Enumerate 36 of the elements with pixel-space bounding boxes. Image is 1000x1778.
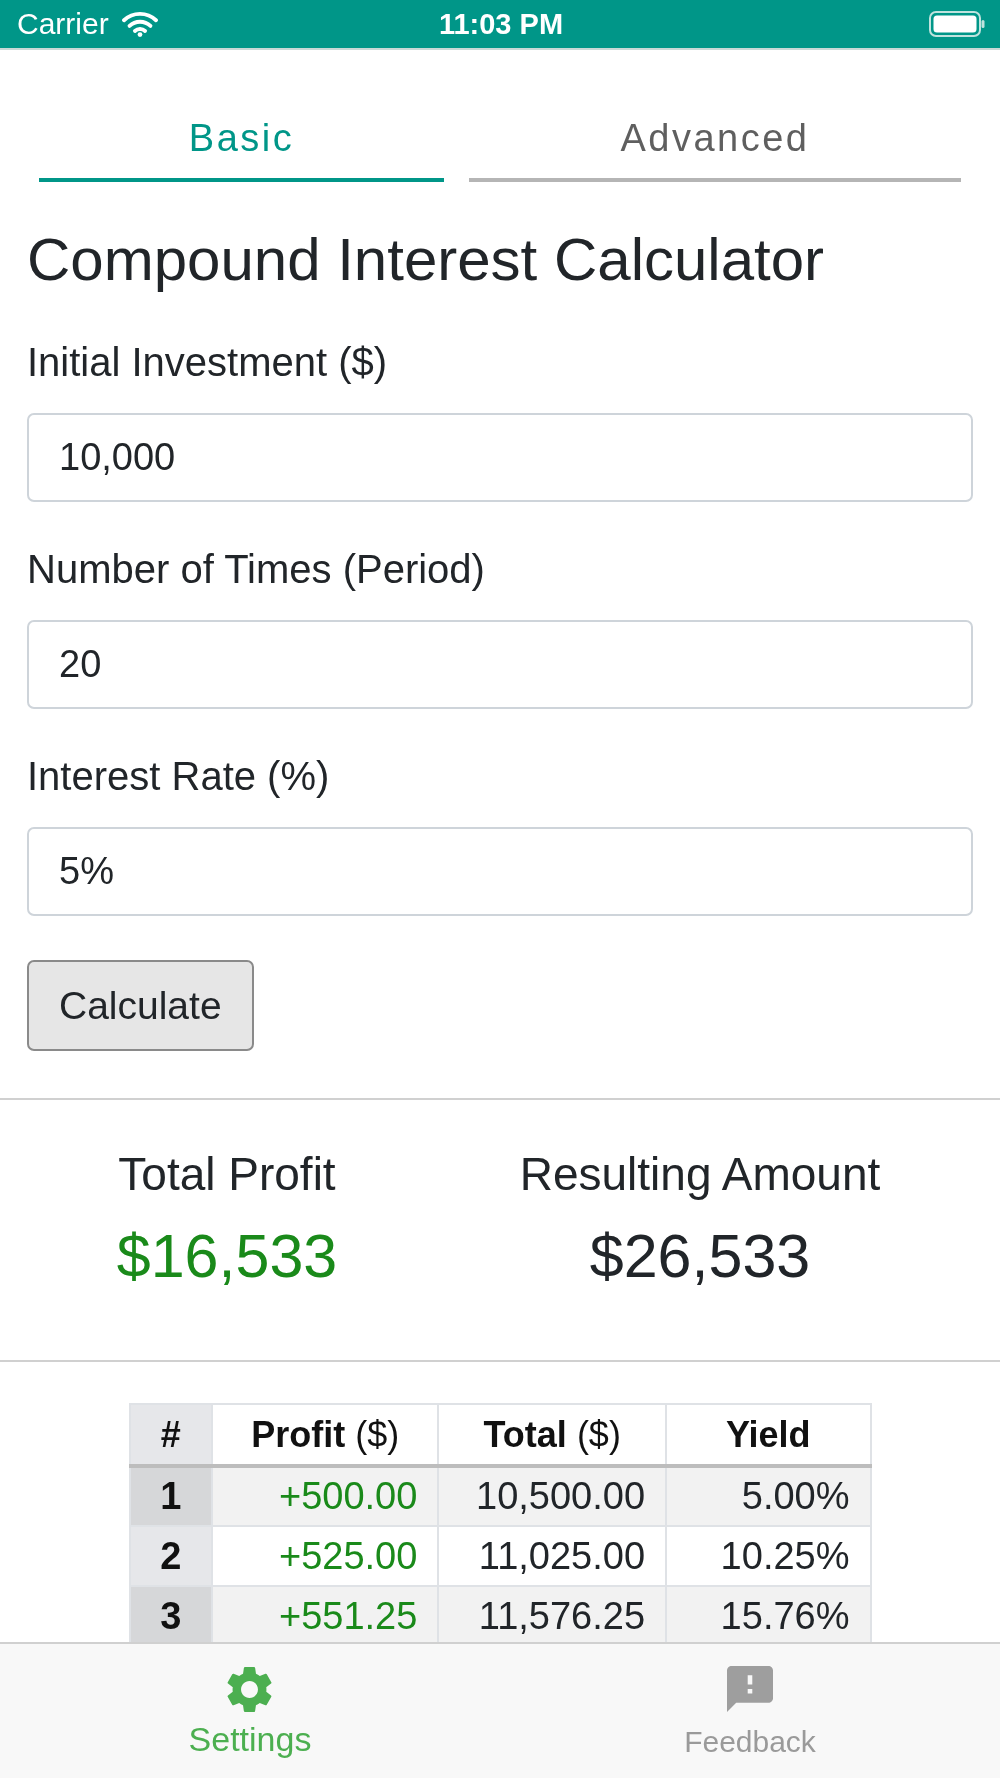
- table-cell: 11,025.00: [438, 1526, 667, 1586]
- result-label: Total Profit: [118, 1147, 336, 1201]
- table-cell: 15.76%: [666, 1586, 871, 1642]
- input-field[interactable]: 5%: [27, 827, 973, 916]
- field-label: Interest Rate (%): [27, 753, 330, 800]
- row-number: 2: [129, 1526, 213, 1586]
- result-label: Resulting Amount: [519, 1147, 881, 1201]
- row-number: 3: [129, 1586, 213, 1642]
- calculate-button[interactable]: Calculate: [27, 960, 254, 1051]
- row-number: 1: [129, 1466, 213, 1526]
- tab[interactable]: Basic: [39, 112, 444, 182]
- column-header: Profit ($): [212, 1404, 439, 1466]
- battery-icon: [929, 11, 985, 37]
- field-label: Number of Times (Period): [27, 546, 485, 593]
- field-label: Initial Investment ($): [27, 339, 388, 386]
- table-cell: 11,576.25: [438, 1586, 667, 1642]
- settings-icon: [227, 1666, 273, 1713]
- table-cell: +500.00: [212, 1466, 439, 1526]
- tab[interactable]: Advanced: [469, 112, 961, 182]
- column-header: Yield: [666, 1404, 871, 1466]
- status-time: 11:03 PM: [438, 7, 564, 42]
- table-cell: +525.00: [212, 1526, 439, 1586]
- table-cell: 5.00%: [666, 1466, 871, 1526]
- column-header: #: [129, 1404, 213, 1466]
- result-value: $26,533: [589, 1221, 811, 1291]
- speech-bubble-icon: [727, 1666, 773, 1712]
- table-cell: +551.25: [212, 1586, 439, 1642]
- input-field[interactable]: 10,000: [27, 413, 973, 502]
- table-cell: 10.25%: [666, 1526, 871, 1586]
- carrier-name: Carrier: [17, 6, 109, 42]
- page-title: Compound Interest Calculator: [27, 225, 826, 295]
- result-value: $16,533: [116, 1221, 338, 1291]
- table-cell: 10,500.00: [438, 1466, 667, 1526]
- input-field[interactable]: 20: [27, 620, 973, 709]
- column-header: Total ($): [438, 1404, 667, 1466]
- wifi-icon: [121, 11, 158, 37]
